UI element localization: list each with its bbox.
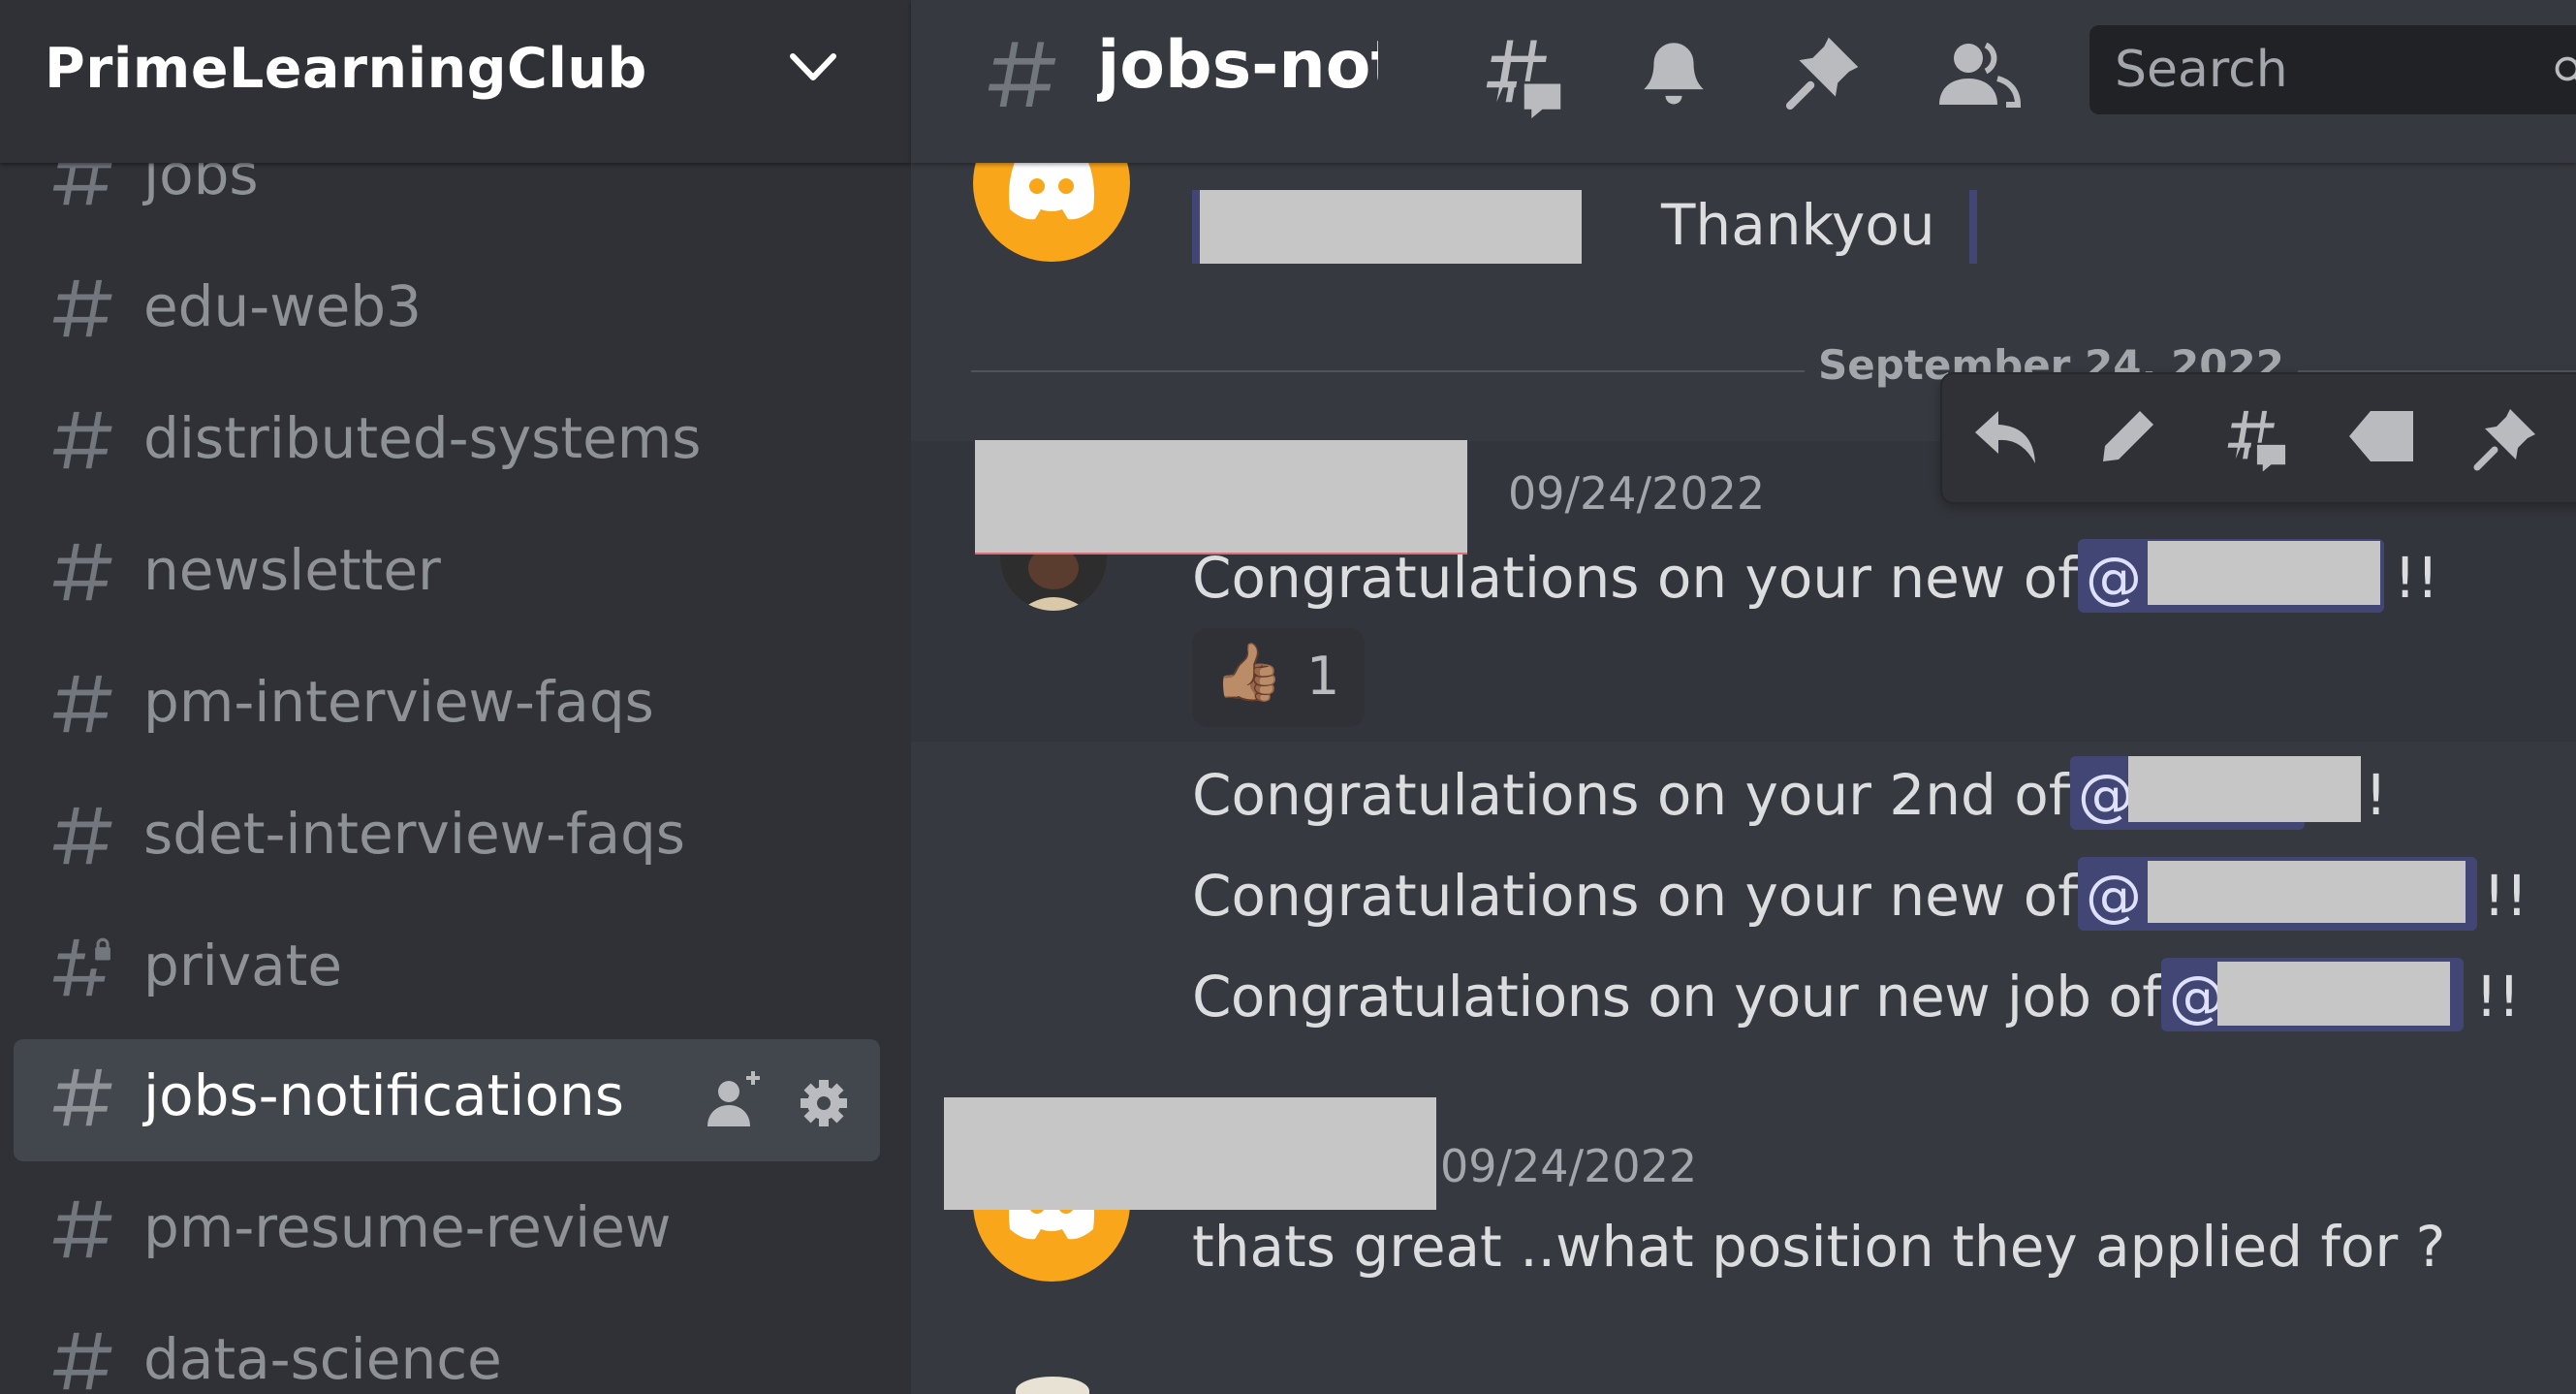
channel-label: sdet-interview-faqs [143, 801, 686, 867]
pin-icon[interactable] [1783, 33, 1863, 112]
message-suffix: !! [2394, 545, 2439, 611]
redacted-username [975, 440, 1467, 554]
channel-label: newsletter [143, 537, 441, 603]
mention-edge [1969, 190, 1977, 264]
message-text: Congratulations on your 2nd offer [1192, 762, 2146, 828]
channel-sidebar: jobs edu-web3 distributed-systems newsle… [0, 0, 911, 1394]
message-area: Thankyou September 24, 2022 09/24/2022 C… [911, 0, 2576, 1394]
channel-label: data-science [143, 1326, 502, 1392]
channel-sdet-interview-faqs[interactable]: sdet-interview-faqs [14, 777, 880, 900]
hash-icon [47, 1330, 114, 1394]
thread-icon[interactable] [2217, 405, 2291, 473]
thumbs-up-icon: 👍🏽 [1213, 639, 1284, 705]
hash-icon [47, 673, 114, 741]
server-name: PrimeLearningClub [45, 37, 647, 101]
redacted-mention [1192, 190, 1582, 264]
mention-edge [1192, 190, 1200, 264]
hash-icon [47, 541, 114, 609]
channel-jobs-notifications[interactable]: jobs-notifications [14, 1039, 880, 1161]
channel-label: private [143, 933, 343, 998]
chevron-down-icon[interactable] [787, 48, 839, 87]
members-icon[interactable] [1936, 33, 2024, 112]
channel-edu-web3[interactable]: edu-web3 [14, 250, 880, 372]
channel-pm-resume-review[interactable]: pm-resume-review [14, 1171, 880, 1293]
gear-icon[interactable] [801, 1080, 847, 1126]
channel-title: jobs-notifications [1097, 27, 1378, 104]
user-mention[interactable]: @ [2070, 756, 2361, 830]
search-input[interactable]: Search [2089, 25, 2576, 114]
message-timestamp: 09/24/2022 [1440, 1140, 1698, 1192]
channel-label: distributed-systems [143, 405, 702, 471]
mention-at-symbol: @ [2086, 863, 2142, 929]
redacted-mention-name [2217, 962, 2450, 1026]
message-text: Congratulations on your new offer [1192, 863, 2154, 929]
message-text: Congratulations on your new offer [1192, 545, 2154, 611]
channel-data-science[interactable]: data-science [14, 1303, 880, 1394]
search-placeholder: Search [2115, 41, 2288, 99]
mention-at-symbol: @ [2078, 762, 2134, 828]
message-text: Congratulations on your new job offer [1192, 964, 2238, 1030]
message-text: Thankyou [1661, 192, 1935, 258]
message-actions-toolbar [1940, 372, 2576, 504]
message-suffix: !! [2483, 863, 2529, 929]
user-mention[interactable]: @ [2078, 857, 2477, 931]
redacted-mention-name [2148, 541, 2380, 605]
channel-label: jobs-notifications [143, 1062, 624, 1128]
channel-distributed-systems[interactable]: distributed-systems [14, 382, 880, 504]
channel-label: pm-interview-faqs [143, 669, 654, 735]
redacted-username [944, 1097, 1436, 1210]
bell-icon[interactable] [1634, 33, 1713, 112]
hash-icon [47, 409, 114, 477]
message-text: thats great ..what position they applied… [1192, 1214, 2446, 1280]
hash-icon [47, 805, 114, 872]
channel-pm-interview-faqs[interactable]: pm-interview-faqs [14, 646, 880, 768]
channel-label: pm-resume-review [143, 1194, 672, 1260]
channel-label: edu-web3 [143, 273, 423, 339]
reply-icon[interactable] [1971, 405, 2039, 467]
hash-icon [47, 1066, 114, 1134]
locked-hash-icon [47, 936, 114, 1004]
edit-icon[interactable] [2097, 405, 2159, 467]
channel-actions [704, 1070, 859, 1132]
message-suffix: ! [2365, 762, 2388, 828]
channel-newsletter[interactable]: newsletter [14, 514, 880, 636]
user-mention[interactable]: @ [2078, 539, 2384, 613]
mention-at-symbol: @ [2086, 545, 2142, 611]
invite-icon[interactable] [707, 1071, 760, 1126]
hash-icon [47, 1198, 114, 1266]
search-icon[interactable] [2553, 54, 2576, 89]
reaction-pill[interactable]: 👍🏽 1 [1192, 628, 1365, 727]
hash-icon [981, 39, 1058, 116]
user-mention[interactable]: @ [2161, 958, 2464, 1031]
channel-header: jobs-notifications Search [911, 0, 2576, 163]
message-suffix: !! [2475, 964, 2521, 1030]
tag-icon[interactable] [2345, 405, 2419, 467]
pin-icon[interactable] [2471, 405, 2539, 473]
server-header[interactable]: PrimeLearningClub [0, 0, 911, 163]
channel-private[interactable]: private [14, 909, 880, 1031]
avatar[interactable] [1016, 1377, 1089, 1394]
redacted-mention-name [2128, 756, 2361, 822]
redacted-mention-name [2148, 861, 2466, 923]
hash-icon [47, 277, 114, 345]
message-timestamp: 09/24/2022 [1508, 467, 1766, 520]
reaction-count: 1 [1306, 646, 1340, 707]
threads-icon[interactable] [1477, 33, 1564, 120]
